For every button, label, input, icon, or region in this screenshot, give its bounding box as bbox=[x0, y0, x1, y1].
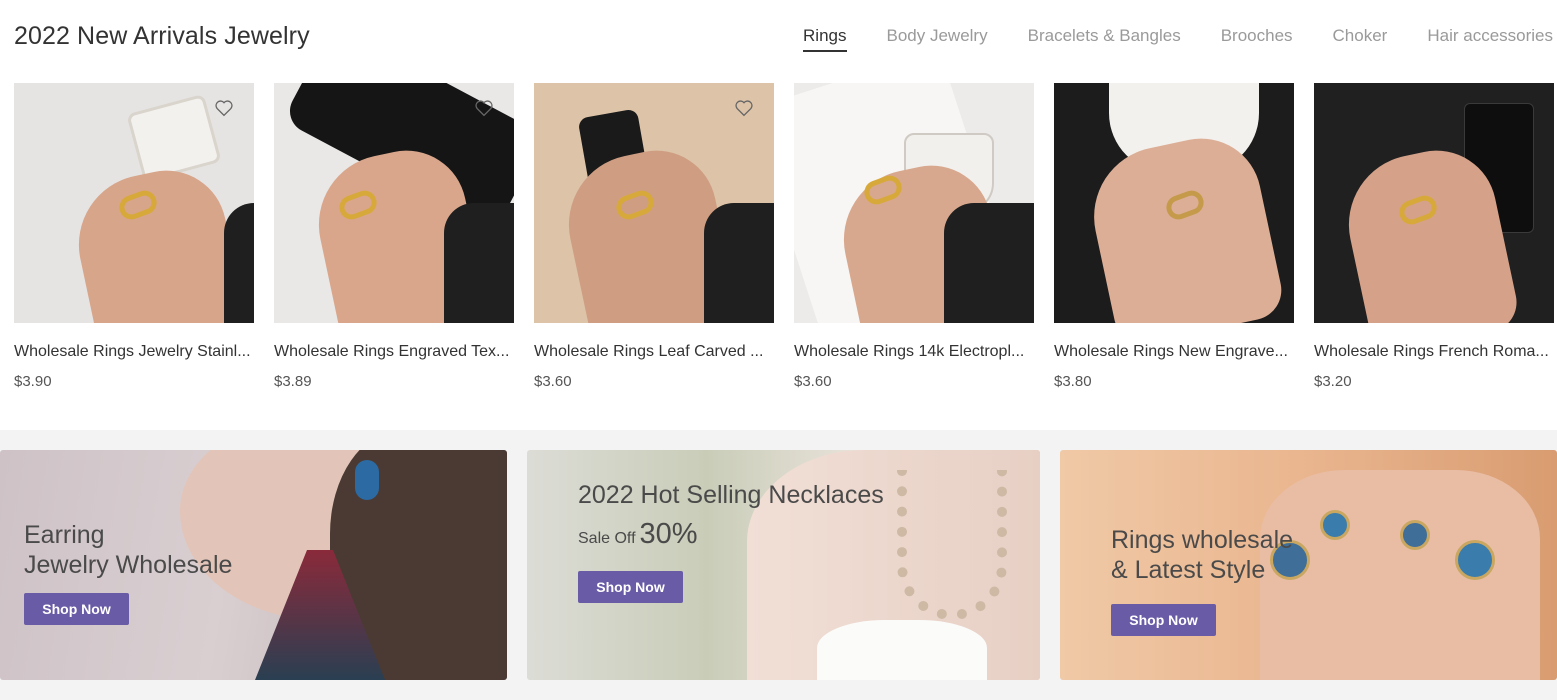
dress-shape bbox=[817, 620, 987, 680]
banner-title: Rings wholesale & Latest Style bbox=[1111, 526, 1294, 584]
tab-choker[interactable]: Choker bbox=[1333, 26, 1388, 52]
banner-rings[interactable]: Rings wholesale & Latest Style Shop Now bbox=[1060, 450, 1557, 680]
product-price: $3.90 bbox=[14, 373, 52, 390]
product-name[interactable]: Wholesale Rings 14k Electropl... bbox=[794, 343, 1034, 361]
shop-now-button[interactable]: Shop Now bbox=[24, 593, 129, 625]
sleeve-shape bbox=[944, 203, 1034, 323]
product-card[interactable]: Wholesale Rings Engraved Tex... $3.89 bbox=[274, 83, 514, 390]
tab-hair-accessories[interactable]: Hair accessories bbox=[1427, 26, 1553, 52]
product-card[interactable]: Wholesale Rings French Roma... $3.20 bbox=[1314, 83, 1554, 390]
perfume-bottle-shape bbox=[126, 93, 222, 183]
promo-section: Earring Jewelry Wholesale Shop Now 2022 … bbox=[0, 430, 1557, 700]
product-price: $3.80 bbox=[1054, 373, 1092, 390]
banner-title: 2022 Hot Selling Necklaces bbox=[578, 481, 884, 509]
heart-outline-icon[interactable] bbox=[214, 99, 238, 121]
product-image[interactable] bbox=[14, 83, 254, 323]
product-image[interactable] bbox=[274, 83, 514, 323]
tab-bracelets-bangles[interactable]: Bracelets & Bangles bbox=[1028, 26, 1181, 52]
shop-now-button[interactable]: Shop Now bbox=[578, 571, 683, 603]
necklace-shape bbox=[897, 470, 1007, 620]
header: 2022 New Arrivals Jewelry Rings Body Jew… bbox=[0, 0, 1557, 75]
sale-label: Sale Off bbox=[578, 530, 636, 547]
hand-shape bbox=[1081, 127, 1287, 323]
sleeve-shape bbox=[444, 203, 514, 323]
product-price: $3.20 bbox=[1314, 373, 1352, 390]
earring-gem-shape bbox=[355, 460, 379, 500]
product-name[interactable]: Wholesale Rings French Roma... bbox=[1314, 343, 1554, 361]
sale-text: Sale Off 30% bbox=[578, 518, 698, 551]
product-card[interactable]: Wholesale Rings 14k Electropl... $3.60 bbox=[794, 83, 1034, 390]
ring-shape bbox=[1455, 540, 1495, 580]
banner-earring[interactable]: Earring Jewelry Wholesale Shop Now bbox=[0, 450, 507, 680]
banner-necklaces[interactable]: 2022 Hot Selling Necklaces Sale Off 30% S… bbox=[527, 450, 1040, 680]
tab-brooches[interactable]: Brooches bbox=[1221, 26, 1293, 52]
banner-title: Earring Jewelry Wholesale bbox=[24, 521, 233, 579]
tab-rings[interactable]: Rings bbox=[803, 26, 847, 52]
product-card[interactable]: Wholesale Rings New Engrave... $3.80 bbox=[1054, 83, 1294, 390]
sleeve-shape bbox=[704, 203, 774, 323]
sale-percentage: 30% bbox=[639, 518, 698, 550]
product-name[interactable]: Wholesale Rings New Engrave... bbox=[1054, 343, 1294, 361]
page-title: 2022 New Arrivals Jewelry bbox=[14, 22, 310, 50]
shop-now-button[interactable]: Shop Now bbox=[1111, 604, 1216, 636]
heart-outline-icon[interactable] bbox=[474, 99, 498, 121]
product-price: $3.60 bbox=[794, 373, 832, 390]
ring-shape bbox=[1320, 510, 1350, 540]
product-image[interactable] bbox=[534, 83, 774, 323]
product-card[interactable]: Wholesale Rings Jewelry Stainl... $3.90 bbox=[14, 83, 254, 390]
product-name[interactable]: Wholesale Rings Jewelry Stainl... bbox=[14, 343, 254, 361]
product-card[interactable]: Wholesale Rings Leaf Carved ... $3.60 bbox=[534, 83, 774, 390]
product-image[interactable] bbox=[794, 83, 1034, 323]
product-image[interactable] bbox=[1314, 83, 1554, 323]
sleeve-shape bbox=[224, 203, 254, 323]
product-price: $3.89 bbox=[274, 373, 312, 390]
product-name[interactable]: Wholesale Rings Engraved Tex... bbox=[274, 343, 514, 361]
product-image[interactable] bbox=[1054, 83, 1294, 323]
product-price: $3.60 bbox=[534, 373, 572, 390]
tab-body-jewelry[interactable]: Body Jewelry bbox=[887, 26, 988, 52]
category-tabs: Rings Body Jewelry Bracelets & Bangles B… bbox=[763, 26, 1553, 52]
ring-shape bbox=[1400, 520, 1430, 550]
heart-outline-icon[interactable] bbox=[734, 99, 758, 121]
product-name[interactable]: Wholesale Rings Leaf Carved ... bbox=[534, 343, 774, 361]
product-grid: Wholesale Rings Jewelry Stainl... $3.90 … bbox=[14, 83, 1554, 390]
